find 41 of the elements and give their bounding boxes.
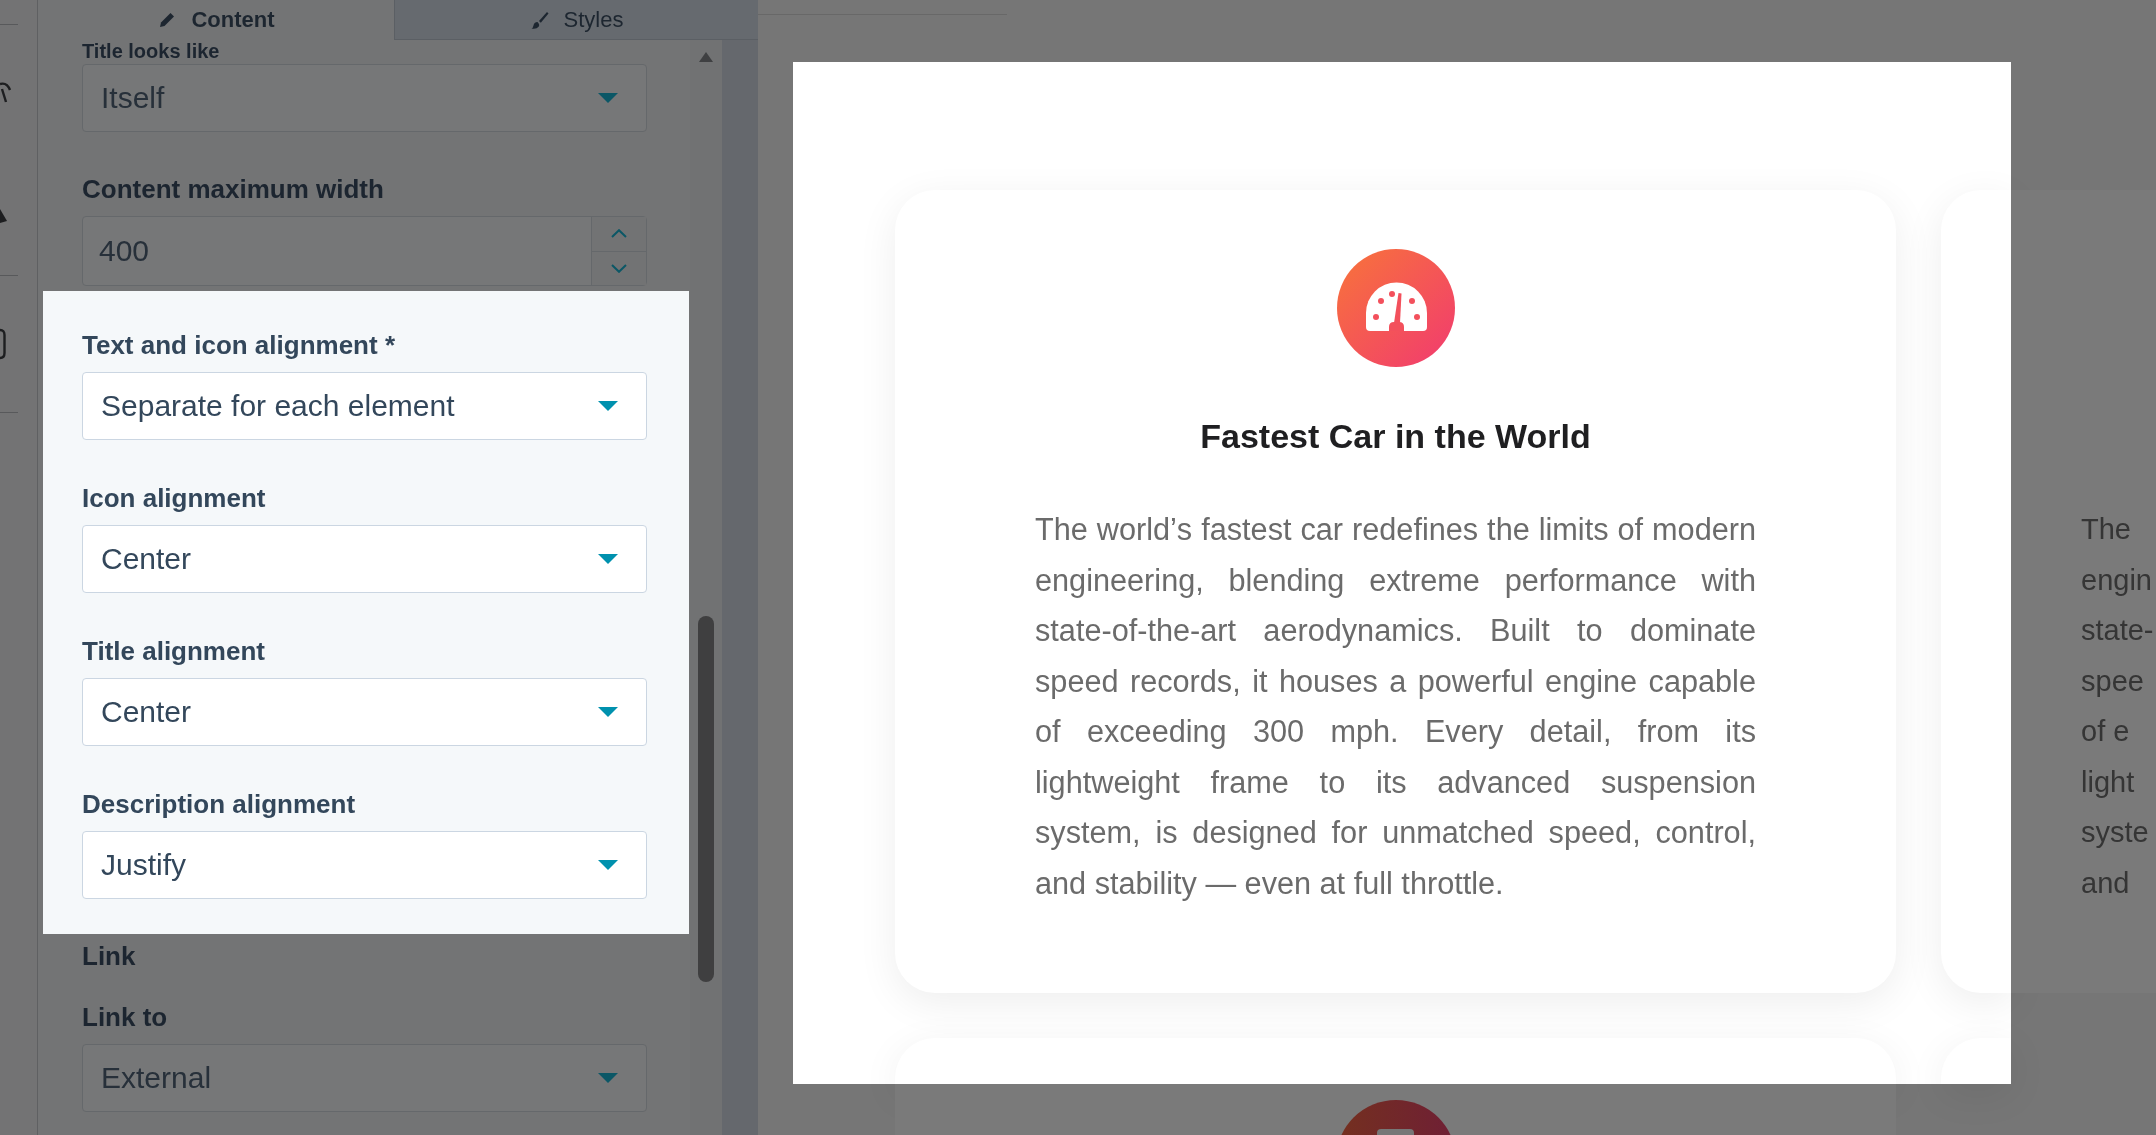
chevron-down-icon [611, 263, 627, 273]
card-description: The world’s fastest car redefines the limits of modern engineering, blending extreme performance with state-of-the-art aerodynamics. Built to dominate speed records, it houses a powerful engine capable of exceeding 300 mph. Every detail, from its lightweight frame to its advanced suspension system, is designed for unmatched speed, control, and stability — even at full throttle. [1035, 511, 1756, 903]
triangle-up-icon[interactable] [699, 52, 713, 62]
caret-icon [598, 93, 618, 103]
field-label: Icon alignment [82, 482, 267, 514]
dropdown[interactable]: External [82, 1044, 647, 1112]
field-label: Link to [82, 1001, 169, 1033]
dropdown[interactable]: Separate for each element [82, 372, 647, 440]
brush-icon [529, 9, 550, 30]
tab[interactable]: Styles [394, 0, 758, 40]
dropdown[interactable]: Justify [82, 831, 647, 899]
cut-off-icon[interactable] [0, 328, 6, 360]
description-line: The [2081, 512, 2131, 547]
description-line: syste [2081, 815, 2149, 850]
caret-icon [598, 707, 618, 717]
caret-icon [598, 1073, 618, 1083]
field-label: Description alignment [82, 788, 357, 820]
cut-off-icon[interactable] [0, 81, 12, 104]
field-label: Content maximum width [82, 173, 385, 205]
caret-icon [598, 860, 618, 870]
dropdown[interactable]: Center [82, 525, 647, 593]
chevron-up-icon [611, 229, 627, 239]
field-label: Title looks like [82, 40, 221, 62]
description-line: spee [2081, 663, 2144, 699]
dropdown[interactable]: Center [82, 678, 647, 746]
speedometer-icon [1336, 249, 1455, 367]
caret-icon [598, 554, 618, 564]
dropdown[interactable]: Itself [82, 64, 647, 132]
description-line: light [2081, 764, 2135, 800]
cut-off-icon[interactable] [0, 208, 8, 224]
description-line: state- [2081, 613, 2154, 648]
description-line: of e [2081, 714, 2130, 749]
number-field[interactable]: 400 [82, 216, 647, 286]
caret-icon [598, 401, 618, 411]
section-heading: Link [82, 940, 137, 972]
field-label: Text and icon alignment * [82, 329, 396, 361]
card-title: Fastest Car in the World [1200, 416, 1591, 456]
description-line: and [2081, 865, 2130, 901]
scrollbar-thumb[interactable] [698, 616, 714, 982]
description-line: engin [2081, 562, 2152, 598]
field-label: Title alignment [82, 635, 266, 667]
